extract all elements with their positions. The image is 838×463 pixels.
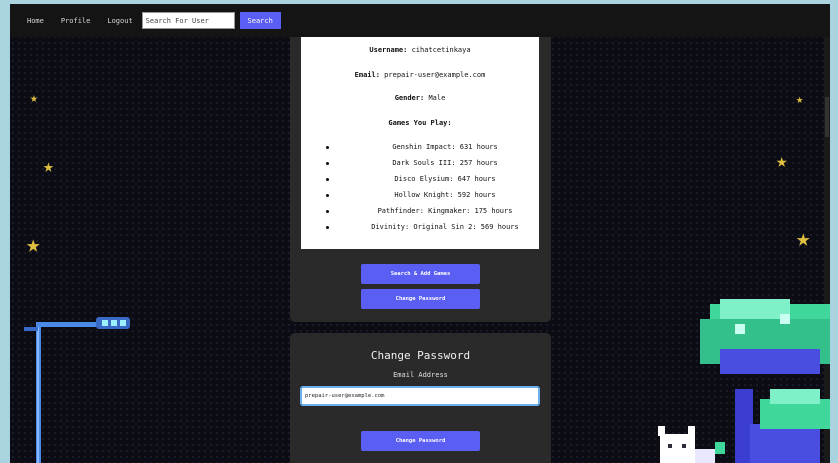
- list-item: Dark Souls III: 257 hours: [301, 155, 539, 171]
- pixel-tree-cat-icon: [658, 299, 830, 463]
- nav-link-logout[interactable]: Logout: [107, 17, 132, 25]
- username-value: cihatcetinkaya: [411, 46, 471, 54]
- change-password-card: Change Password Email Address Change Pas…: [290, 333, 551, 463]
- email-field[interactable]: [300, 386, 540, 406]
- email-address-label: Email Address: [393, 371, 448, 379]
- star-icon: ★: [30, 91, 38, 106]
- star-icon: ★: [43, 156, 54, 177]
- gender-line: Gender: Male: [301, 94, 539, 102]
- navbar: Home Profile Logout Search: [10, 4, 830, 37]
- change-password-title: Change Password: [370, 349, 471, 362]
- nav-link-profile[interactable]: Profile: [61, 17, 91, 25]
- profile-info-panel: Username: cihatcetinkaya Email: prepair-…: [301, 12, 539, 249]
- scrollbar-thumb[interactable]: [825, 97, 829, 137]
- games-heading: Games You Play:: [388, 119, 452, 127]
- list-item: Divinity: Original Sin 2: 569 hours: [301, 219, 539, 235]
- change-password-link-button[interactable]: Change Password: [361, 289, 480, 309]
- gender-label: Gender:: [394, 94, 425, 102]
- list-item: Pathfinder: Kingmaker: 175 hours: [301, 203, 539, 219]
- username-line: Username: cihatcetinkaya: [301, 46, 539, 54]
- star-icon: ★: [796, 224, 811, 252]
- change-password-submit-button[interactable]: Change Password: [361, 431, 480, 451]
- search-button[interactable]: Search: [239, 12, 281, 29]
- street-lamp-icon: [24, 317, 130, 463]
- email-line: Email: prepair-user@example.com: [301, 71, 539, 79]
- nav-link-home[interactable]: Home: [27, 17, 44, 25]
- list-item: Genshin Impact: 631 hours: [301, 139, 539, 155]
- user-search-input[interactable]: [141, 12, 235, 29]
- games-list: Genshin Impact: 631 hours Dark Souls III…: [301, 139, 539, 235]
- star-icon: ★: [796, 92, 804, 106]
- page-viewport: Home Profile Logout Search ★ ★ ★ ★ ★ ★: [10, 4, 830, 463]
- list-item: Disco Elysium: 647 hours: [301, 171, 539, 187]
- star-icon: ★: [26, 230, 41, 258]
- email-label: Email:: [354, 71, 380, 79]
- star-icon: ★: [776, 150, 788, 172]
- profile-card: Username: cihatcetinkaya Email: prepair-…: [290, 12, 551, 322]
- email-value: prepair-user@example.com: [384, 71, 486, 79]
- gender-value: Male: [428, 94, 446, 102]
- search-add-games-button[interactable]: Search & Add Games: [361, 264, 480, 284]
- username-label: Username:: [369, 46, 408, 54]
- list-item: Hollow Knight: 592 hours: [301, 187, 539, 203]
